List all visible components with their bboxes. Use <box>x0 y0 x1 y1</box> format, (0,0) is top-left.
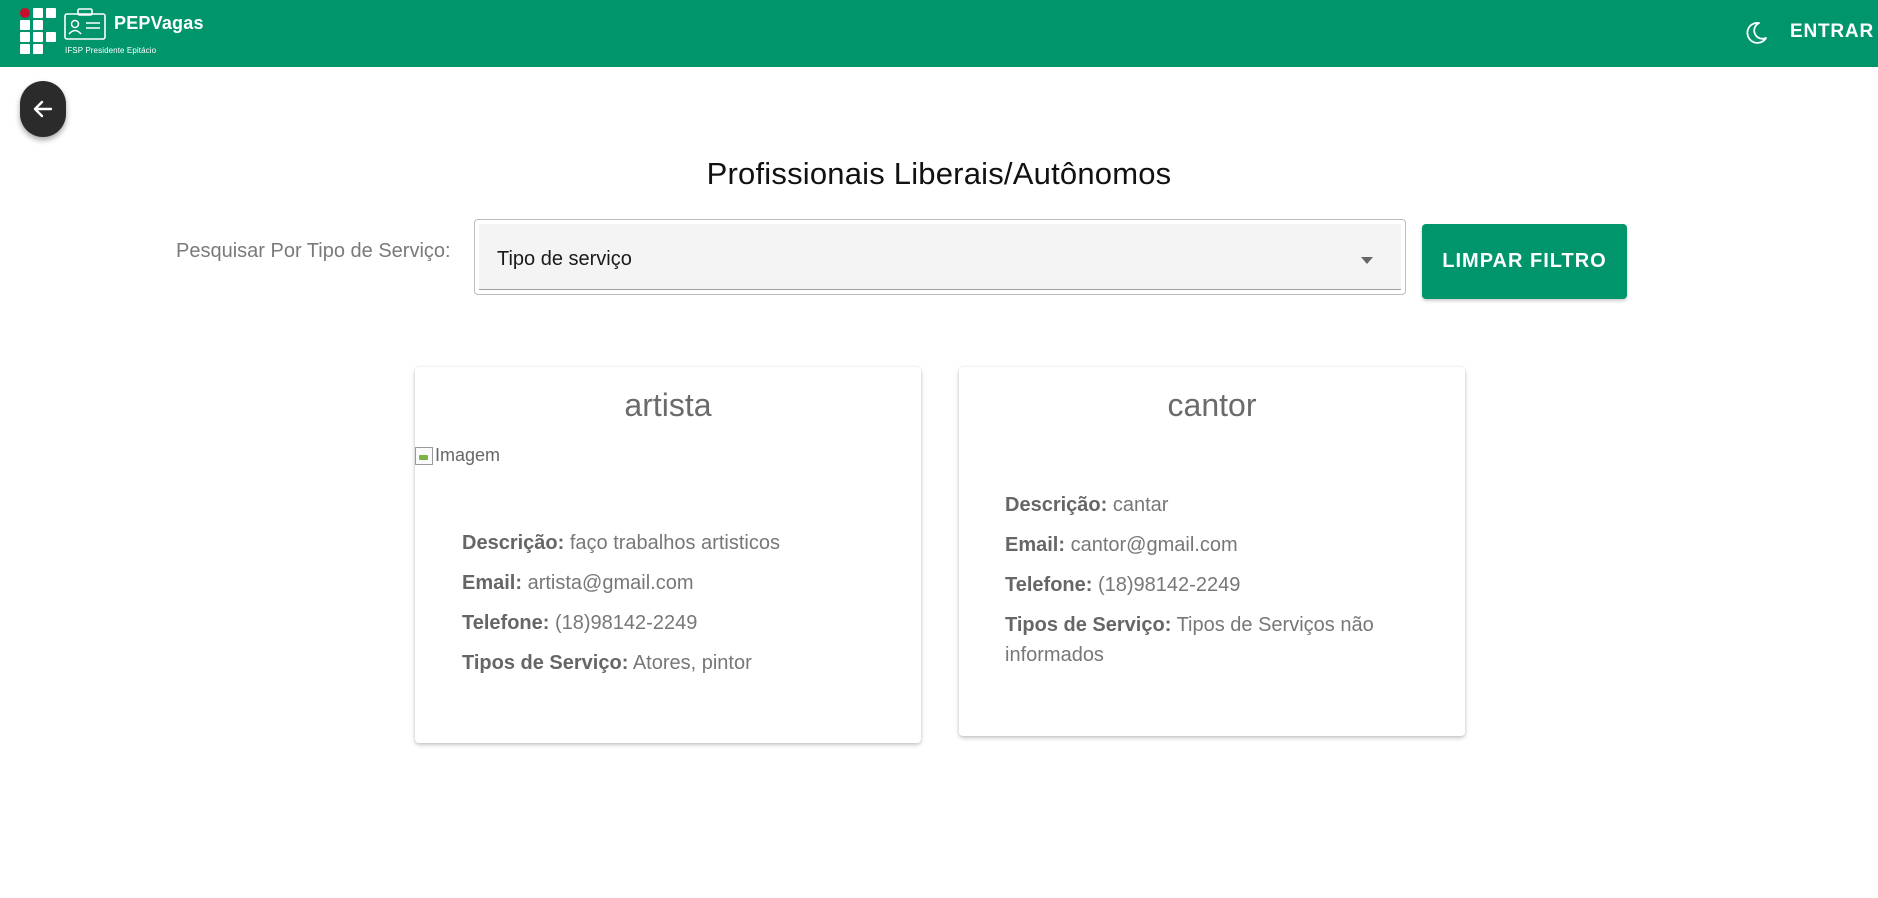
profile-image-alt: Imagem <box>435 445 501 465</box>
id-card-icon <box>64 8 106 40</box>
broken-image-icon <box>415 446 433 465</box>
description-label: Descrição: <box>1005 494 1108 516</box>
description-row: Descrição: cantar <box>1005 490 1425 520</box>
ifsp-logo <box>20 8 56 55</box>
email-row: Email: cantor@gmail.com <box>1005 530 1425 560</box>
theme-toggle-button[interactable] <box>1742 18 1770 46</box>
professional-card: cantor Descrição: cantar Email: cantor@g… <box>959 367 1465 736</box>
card-info: Descrição: cantar Email: cantor@gmail.co… <box>1005 490 1425 680</box>
service-types-row: Tipos de Serviço: Atores, pintor <box>462 648 892 678</box>
brand-name[interactable]: PEPVagas <box>114 13 204 34</box>
phone-row: Telefone: (18)98142-2249 <box>462 608 892 638</box>
caret-down-icon <box>1361 257 1373 264</box>
email-row: Email: artista@gmail.com <box>462 568 892 598</box>
phone-row: Telefone: (18)98142-2249 <box>1005 570 1425 600</box>
description-label: Descrição: <box>462 532 565 554</box>
service-types-value: Atores, pintor <box>632 652 752 674</box>
arrow-left-icon <box>33 100 53 118</box>
moon-icon <box>1746 22 1767 44</box>
back-button[interactable] <box>20 81 66 137</box>
service-types-label: Tipos de Serviço: <box>1005 614 1172 636</box>
description-value: cantar <box>1112 494 1169 516</box>
description-value: faço trabalhos artisticos <box>569 532 780 554</box>
phone-value: (18)98142-2249 <box>1097 574 1241 596</box>
description-row: Descrição: faço trabalhos artisticos <box>462 528 892 558</box>
phone-label: Telefone: <box>462 612 550 634</box>
card-title: artista <box>624 387 712 423</box>
phone-value: (18)98142-2249 <box>554 612 698 634</box>
service-type-select[interactable]: Tipo de serviço <box>474 219 1406 295</box>
page-title: Profissionais Liberais/Autônomos <box>706 156 1172 191</box>
email-label: Email: <box>462 572 523 594</box>
email-label: Email: <box>1005 534 1066 556</box>
email-value: artista@gmail.com <box>527 572 694 594</box>
card-title: cantor <box>1167 387 1257 423</box>
login-button[interactable]: ENTRAR <box>1790 18 1874 46</box>
professional-card: artista Imagem Descrição: faço trabalhos… <box>415 367 921 743</box>
clear-filter-button[interactable]: LIMPAR FILTRO <box>1422 224 1627 299</box>
profile-image: Imagem <box>415 445 500 466</box>
email-value: cantor@gmail.com <box>1070 534 1238 556</box>
phone-label: Telefone: <box>1005 574 1093 596</box>
service-types-label: Tipos de Serviço: <box>462 652 629 674</box>
service-types-row: Tipos de Serviço: Tipos de Serviços não … <box>1005 610 1425 670</box>
app-bar: PEPVagas IFSP Presidente Epitácio ENTRAR <box>0 0 1878 67</box>
service-type-select-value: Tipo de serviço <box>497 248 632 270</box>
card-info: Descrição: faço trabalhos artisticos Ema… <box>462 528 892 688</box>
brand-subtitle: IFSP Presidente Epitácio <box>65 46 157 55</box>
filter-label: Pesquisar Por Tipo de Serviço: <box>176 240 451 262</box>
